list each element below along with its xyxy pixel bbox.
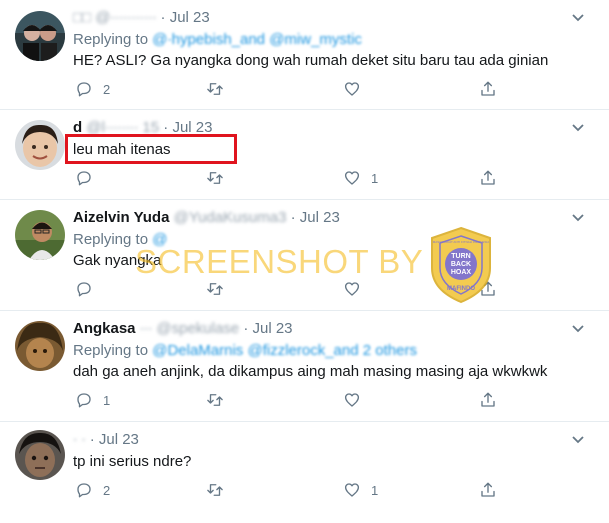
retweet-icon	[207, 283, 223, 295]
tweet-timestamp[interactable]: Jul 23	[253, 320, 293, 337]
like-button[interactable]: 1	[343, 480, 378, 500]
tweet-header: Aizelvin Yuda @YudaKusuma3 · Jul 23	[73, 209, 340, 226]
replying-to-mentions[interactable]: @DelaMarnis @fizzlerock_and 2 others	[152, 342, 417, 359]
retweet-button[interactable]	[206, 79, 234, 99]
highlight-box	[65, 134, 237, 164]
share-button[interactable]	[479, 390, 497, 410]
chevron-down-icon[interactable]	[571, 213, 585, 223]
reply-button[interactable]: 2	[75, 480, 110, 500]
tweet-timestamp[interactable]: Jul 23	[99, 431, 139, 448]
share-icon	[481, 482, 495, 497]
tweet[interactable]: Angkasa ∙∙∙ @spekulase · Jul 23 Replying…	[0, 311, 609, 422]
avatar[interactable]	[15, 210, 65, 260]
reply-count: 2	[103, 482, 111, 498]
like-button[interactable]	[343, 79, 371, 99]
tweet[interactable]: □□ @∙∙∙∙∙∙∙∙∙∙∙ · Jul 23 Replying to @∙h…	[0, 0, 609, 110]
tweet-actions: 1	[73, 168, 503, 188]
chevron-down-icon[interactable]	[571, 123, 585, 133]
like-count: 1	[371, 170, 379, 186]
reply-button[interactable]: 2	[75, 79, 110, 99]
tweet-actions: 2	[73, 79, 503, 99]
retweet-button[interactable]	[206, 168, 234, 188]
reply-icon	[77, 171, 91, 186]
retweet-icon	[207, 484, 223, 496]
retweet-button[interactable]	[206, 279, 234, 299]
share-icon	[481, 392, 495, 407]
like-button[interactable]: 1	[343, 168, 378, 188]
tweet-text: tp ini serius ndre?	[73, 453, 192, 470]
reply-button[interactable]: 1	[75, 390, 110, 410]
reply-icon	[77, 82, 91, 97]
reply-button[interactable]	[75, 168, 103, 188]
tweet-header: □□ @∙∙∙∙∙∙∙∙∙∙∙ · Jul 23	[73, 9, 210, 26]
badge-line-back: BACK	[451, 261, 471, 268]
chevron-down-icon[interactable]	[571, 435, 585, 445]
badge-line-mafindo: MAFINDO	[447, 286, 475, 292]
chevron-down-icon[interactable]	[571, 13, 585, 23]
replying-to-mentions[interactable]: @∙hypebish_and @miw_mystic	[152, 31, 362, 48]
heart-icon	[344, 82, 360, 96]
share-button[interactable]	[479, 79, 497, 99]
share-button[interactable]	[479, 168, 497, 188]
heart-icon	[344, 282, 360, 296]
tweet-actions: 2 1	[73, 480, 503, 500]
reply-count: 2	[103, 81, 111, 97]
like-button[interactable]	[343, 279, 371, 299]
replying-to-label: Replying to	[73, 31, 149, 48]
reply-icon	[77, 483, 91, 498]
badge-line-hoax: HOAX	[451, 269, 472, 276]
reply-icon	[77, 282, 91, 297]
user-handle[interactable]: ∙ ∙	[73, 431, 86, 448]
reply-count: 1	[103, 392, 111, 408]
heart-icon	[344, 393, 360, 407]
badge-line-org: MASYARAKAT ANTI FITNAH INDONESIA	[433, 240, 490, 244]
like-count: 1	[371, 482, 379, 498]
retweet-icon	[207, 172, 223, 184]
chevron-down-icon[interactable]	[571, 324, 585, 334]
tweet-header: ∙ ∙ · Jul 23	[73, 431, 139, 448]
tweet-actions: 1	[73, 390, 503, 410]
tweet-header: Angkasa ∙∙∙ @spekulase · Jul 23	[73, 320, 293, 337]
replying-to: Replying to @DelaMarnis @fizzlerock_and …	[73, 342, 417, 359]
avatar[interactable]	[15, 321, 65, 371]
tweet-text: dah ga aneh anjink, da dikampus aing mah…	[73, 363, 548, 380]
share-icon	[481, 170, 495, 185]
watermark-text: SCREENSHOT BY	[135, 243, 424, 280]
avatar[interactable]	[15, 430, 65, 480]
replying-to-label: Replying to	[73, 342, 149, 359]
tweet-timestamp[interactable]: Jul 23	[300, 209, 340, 226]
retweet-button[interactable]	[206, 390, 234, 410]
replying-to: Replying to @∙hypebish_and @miw_mystic	[73, 31, 362, 48]
user-name[interactable]: Angkasa	[73, 320, 136, 337]
user-handle[interactable]: @YudaKusuma3	[174, 209, 287, 226]
avatar[interactable]	[15, 11, 65, 61]
retweet-button[interactable]	[206, 480, 234, 500]
tweet[interactable]: ∙ ∙ · Jul 23 tp ini serius ndre? 2 1	[0, 422, 609, 523]
tweet-text: HE? ASLI? Ga nyangka dong wah rumah deke…	[73, 52, 549, 69]
retweet-icon	[207, 394, 223, 406]
retweet-icon	[207, 83, 223, 95]
avatar[interactable]	[15, 120, 65, 170]
badge-line-turn: TURN	[451, 253, 470, 260]
heart-icon	[344, 483, 360, 497]
share-icon	[481, 81, 495, 96]
heart-icon	[344, 171, 360, 185]
mafindo-badge-icon: TURN BACK HOAX MAFINDO MASYARAKAT ANTI F…	[431, 226, 491, 304]
reply-icon	[77, 393, 91, 408]
user-name[interactable]: Aizelvin Yuda	[73, 209, 169, 226]
user-handle[interactable]: □□ @∙∙∙∙∙∙∙∙∙∙∙	[73, 9, 156, 26]
tweet-timestamp[interactable]: Jul 23	[170, 9, 210, 26]
user-handle[interactable]: ∙∙∙ @spekulase	[140, 320, 239, 337]
like-button[interactable]	[343, 390, 371, 410]
reply-button[interactable]	[75, 279, 103, 299]
share-button[interactable]	[479, 480, 497, 500]
